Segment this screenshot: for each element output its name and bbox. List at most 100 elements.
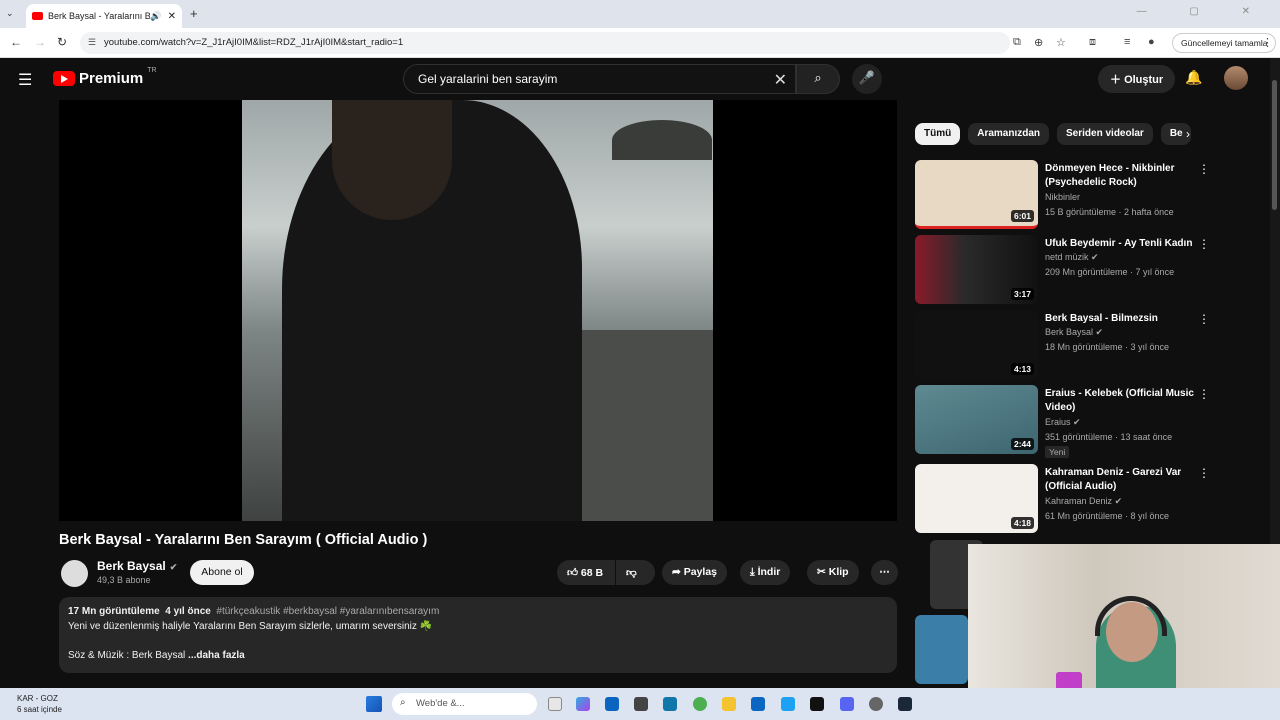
video-thumbnail[interactable]: 4:13 — [915, 310, 1038, 379]
video-thumbnail[interactable]: 2:44 — [915, 385, 1038, 454]
tab-search-icon[interactable]: ⌄ — [6, 8, 14, 19]
rec-title: Ufuk Beydemir - Ay Tenli Kadın — [1045, 238, 1193, 249]
update-button[interactable]: Güncellemeyi tamamla — [1172, 33, 1277, 53]
share-button[interactable]: ➦ Paylaş — [662, 560, 728, 585]
voice-search-button[interactable]: 🎤 — [852, 64, 882, 94]
site-info-icon[interactable]: ☰ — [88, 37, 96, 48]
chrome-icon[interactable] — [693, 697, 707, 711]
chevron-right-icon[interactable]: › — [1186, 127, 1190, 141]
store-icon[interactable] — [634, 697, 648, 711]
copilot-icon[interactable] — [576, 697, 590, 711]
steam-icon[interactable] — [898, 697, 912, 711]
more-vertical-icon[interactable]: ⋮ — [1198, 237, 1210, 251]
avatar[interactable] — [1224, 66, 1248, 90]
edge-icon[interactable] — [663, 697, 677, 711]
obs-icon[interactable] — [869, 697, 883, 711]
video-player[interactable] — [59, 100, 897, 521]
file-explorer-icon[interactable] — [722, 697, 736, 711]
subscribe-button[interactable]: Abone ol — [190, 560, 254, 585]
clip-label: Klip — [828, 566, 849, 578]
download-button[interactable]: ⤓ İndir — [740, 560, 791, 585]
bookmark-star-icon[interactable]: ☆ — [1056, 36, 1066, 49]
dislike-button[interactable]: 👎︎ — [616, 560, 655, 585]
search-button[interactable]: ⌕ — [796, 64, 840, 94]
scrollbar-thumb[interactable] — [1272, 80, 1277, 210]
rec-channel: Kahraman Deniz ✔ — [1045, 496, 1122, 507]
list-item[interactable]: 6:01 Dönmeyen Hece - Nikbinler (Psychede… — [915, 160, 1215, 230]
chip-series[interactable]: Seriden videolar — [1057, 123, 1153, 145]
profile-icon[interactable]: ● — [1148, 36, 1155, 48]
list-item[interactable]: 2:44 Eraius - Kelebek (Official Music Vi… — [915, 385, 1215, 460]
close-tab-icon[interactable]: ✕ — [168, 11, 176, 22]
zoom-icon[interactable]: ⊕ — [1034, 36, 1043, 49]
window-controls[interactable]: — ▢ ✕ — [1137, 6, 1270, 17]
video-thumbnail[interactable]: 6:01 — [915, 160, 1038, 229]
notifications-bell-icon[interactable]: 🔔 — [1185, 69, 1202, 86]
weather-widget[interactable]: KAR - GOZ 6 saat içinde — [17, 693, 62, 715]
reading-list-icon[interactable]: ≡ — [1124, 36, 1130, 48]
more-vertical-icon[interactable]: ⋮ — [1198, 312, 1210, 326]
taskbar-search[interactable]: ⌕ Web'de &... — [392, 693, 537, 715]
logo-text: Premium — [79, 70, 144, 87]
tiktok-icon[interactable] — [810, 697, 824, 711]
description-line-2: Söz & Müzik : Berk Baysal — [68, 649, 186, 661]
like-button[interactable]: 👍︎ 68 B — [557, 560, 615, 585]
youtube-favicon-icon — [32, 12, 43, 20]
clear-search-icon[interactable]: ✕ — [774, 70, 787, 90]
start-button[interactable] — [366, 696, 382, 712]
video-thumbnail[interactable]: 4:18 — [915, 464, 1038, 533]
outlook-icon[interactable] — [605, 697, 619, 711]
duration: 4:13 — [1010, 363, 1034, 375]
channel-name[interactable]: Berk Baysal ✔ — [97, 559, 177, 573]
rec-channel-text: netd müzik — [1045, 252, 1089, 262]
more-actions-button[interactable]: ⋯ — [871, 560, 898, 585]
webcam-overlay — [968, 544, 1280, 690]
rec-channel: netd müzik ✔ — [1045, 252, 1099, 263]
video-title: Berk Baysal - Yaralarını Ben Sarayım ( O… — [59, 532, 428, 548]
url-text: youtube.com/watch?v=Z_J1rAjI0IM&list=RDZ… — [104, 37, 404, 48]
list-item[interactable]: 4:18 Kahraman Deniz - Garezi Var (Offici… — [915, 464, 1215, 534]
clip-button[interactable]: ✂ Klip — [807, 560, 859, 585]
twitter-icon[interactable] — [781, 697, 795, 711]
list-item[interactable]: 3:17 Ufuk Beydemir - Ay Tenli Kadın netd… — [915, 235, 1215, 305]
rec-channel-text: Berk Baysal — [1045, 327, 1094, 337]
speaker-icon[interactable]: 🔊 — [150, 11, 161, 22]
new-tab-button[interactable]: + — [190, 6, 198, 21]
video-thumbnail[interactable] — [915, 615, 968, 684]
more-vertical-icon[interactable]: ⋮ — [1198, 466, 1210, 480]
verified-icon: ✔ — [1073, 417, 1081, 427]
menu-icon[interactable]: ☰ — [18, 70, 32, 90]
upload-age: 4 yıl önce — [165, 606, 211, 617]
search-input[interactable]: Gel yaralarini ben sarayim ✕ — [403, 64, 796, 94]
chip-from-search[interactable]: Aramanızdan — [968, 123, 1050, 145]
description-box[interactable]: 17 Mn görüntüleme 4 yıl önce #türkçeakus… — [59, 597, 897, 673]
channel-avatar[interactable] — [61, 560, 88, 587]
install-icon[interactable]: ⧉ — [1013, 36, 1021, 49]
browser-menu-icon[interactable]: ⋮ — [1262, 36, 1273, 49]
chip-all[interactable]: Tümü — [915, 123, 961, 145]
task-view-icon[interactable] — [548, 697, 562, 711]
show-more-link[interactable]: ...daha fazla — [188, 650, 245, 661]
like-count: 68 B — [580, 567, 604, 579]
browser-tab[interactable]: Berk Baysal - Yaralarını Ben 🔊 ✕ — [26, 4, 182, 28]
forward-icon[interactable]: → — [34, 35, 46, 49]
rec-meta: 351 görüntüleme · 13 saat önce — [1045, 432, 1173, 442]
reload-icon[interactable]: ↻ — [57, 35, 67, 49]
verified-icon: ✔ — [1114, 496, 1123, 506]
back-icon[interactable]: ← — [10, 35, 22, 49]
rec-meta: 18 Mn görüntüleme · 3 yıl önce — [1045, 342, 1170, 352]
duration: 2:44 — [1010, 438, 1034, 450]
video-thumbnail[interactable]: 3:17 — [915, 235, 1038, 304]
list-item[interactable]: 4:13 Berk Baysal - Bilmezsin Berk Baysal… — [915, 310, 1215, 380]
create-button[interactable]: ＋ Oluştur — [1098, 65, 1176, 93]
hashtags[interactable]: #türkçeakustik #berkbaysal #yaralarınıbe… — [216, 606, 439, 617]
tab-title: Berk Baysal - Yaralarını Ben — [48, 11, 151, 21]
more-vertical-icon[interactable]: ⋮ — [1198, 162, 1210, 176]
youtube-logo[interactable]: Premium TR — [53, 67, 157, 87]
extensions-icon[interactable]: ⧈ — [1089, 36, 1096, 49]
more-vertical-icon[interactable]: ⋮ — [1198, 387, 1210, 401]
channel-name-text: Berk Baysal — [97, 559, 166, 573]
discord-icon[interactable] — [840, 697, 854, 711]
linkedin-icon[interactable] — [751, 697, 765, 711]
url-field[interactable]: ☰ youtube.com/watch?v=Z_J1rAjI0IM&list=R… — [80, 32, 1010, 54]
